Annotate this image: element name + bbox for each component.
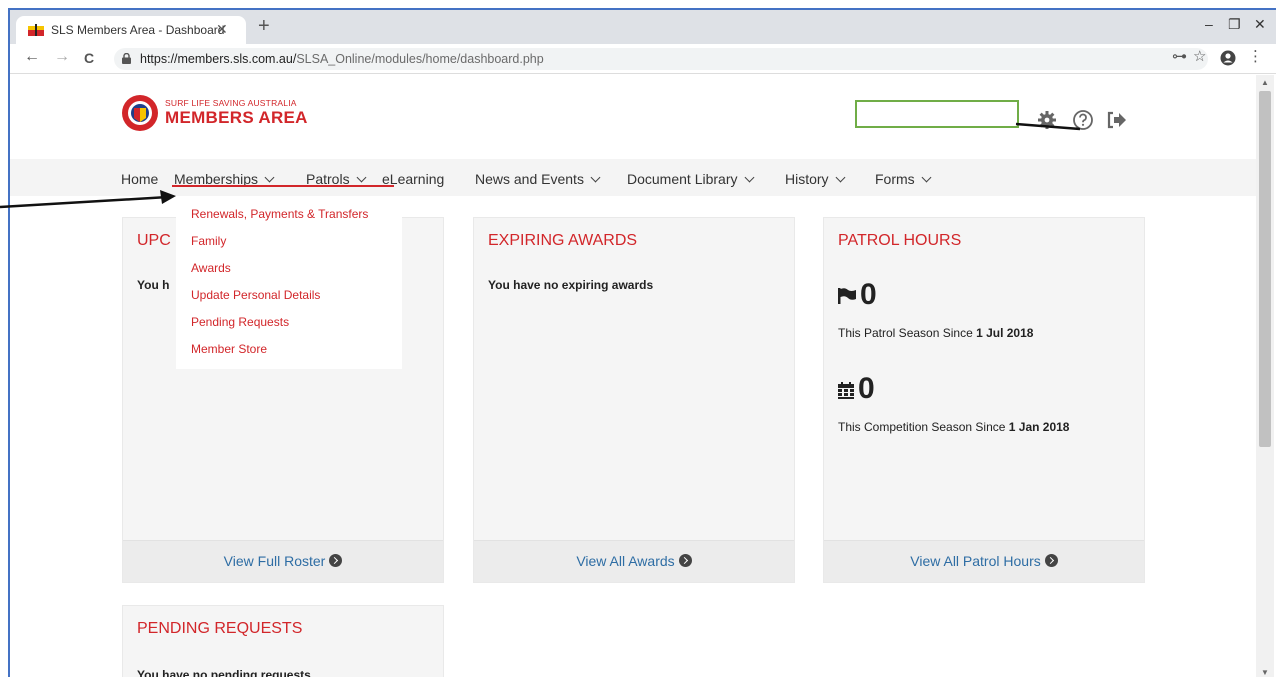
nav-news-events-label: News and Events [475,171,584,187]
chevron-down-icon [356,172,367,183]
link-label: View All Awards [576,553,675,569]
link-label: View All Patrol Hours [910,553,1041,569]
card-message: You h [137,278,170,292]
account-icon[interactable] [1220,50,1236,66]
address-bar: ← → C https://members.sls.com.au/SLSA_On… [10,44,1276,74]
card-message: You have no pending requests [137,668,311,677]
chevron-down-icon [835,172,846,183]
tab-close-icon[interactable]: ✕ [216,21,228,38]
competition-season-since: This Competition Season Since 1 Jan 2018 [838,420,1069,434]
nav-home-label: Home [121,171,159,187]
close-window-icon[interactable]: ✕ [1254,16,1266,33]
back-icon[interactable]: ← [24,48,40,66]
nav-history[interactable]: History [785,171,846,187]
card-footer: View All Awards [474,540,794,582]
forward-icon[interactable]: → [54,48,70,66]
patrol-count: 0 [860,278,877,311]
logo-title: MEMBERS AREA [165,108,308,127]
dropdown-item-awards[interactable]: Awards [191,261,231,275]
help-icon[interactable] [1073,110,1093,130]
main-nav: Home Memberships Patrols eLearning News … [10,159,1256,196]
expiring-awards-card: EXPIRING AWARDS You have no expiring awa… [473,217,795,583]
menu-icon[interactable]: ⋮ [1248,47,1263,65]
page-scrollbar[interactable]: ▲ ▼ [1256,75,1274,677]
browser-window: SLS Members Area - Dashboard ✕ + – ❐ ✕ ←… [8,8,1276,677]
sls-logo-icon [122,95,158,131]
nav-document-library[interactable]: Document Library [627,171,754,187]
card-title: UPC [137,232,171,249]
dropdown-item-member-store[interactable]: Member Store [191,342,267,356]
chevron-down-icon [744,172,754,183]
url-field[interactable]: https://members.sls.com.au/SLSA_Online/m… [114,48,1208,70]
view-all-patrol-hours-link[interactable]: View All Patrol Hours [910,553,1058,569]
card-footer: View All Patrol Hours [824,540,1144,582]
tab-bar: SLS Members Area - Dashboard ✕ + – ❐ ✕ [10,10,1276,44]
chevron-down-icon [264,172,275,183]
card-message: You have no expiring awards [488,278,654,292]
link-label: View Full Roster [223,553,326,569]
nav-history-label: History [785,171,829,187]
card-title: EXPIRING AWARDS [488,232,638,249]
tab-title: SLS Members Area - Dashboard [51,23,225,37]
memberships-dropdown: Renewals, Payments & Transfers Family Aw… [176,199,402,369]
logo-subtitle: SURF LIFE SAVING AUSTRALIA [165,98,297,108]
restore-icon[interactable]: ❐ [1228,16,1241,33]
nav-news-events[interactable]: News and Events [475,171,601,187]
nav-document-library-label: Document Library [627,171,738,187]
nav-forms[interactable]: Forms [875,171,932,187]
header-search-input[interactable] [855,100,1019,128]
url-text: https://members.sls.com.au/SLSA_Online/m… [140,52,544,66]
competition-count: 0 [858,372,875,405]
active-menu-underline [172,185,394,187]
dropdown-item-renewals[interactable]: Renewals, Payments & Transfers [191,207,368,221]
flag-icon [838,288,856,305]
scrollbar-thumb[interactable] [1259,91,1271,447]
arrow-circle-right-icon [678,554,692,567]
arrow-circle-right-icon [329,554,343,567]
chevron-down-icon [590,172,601,183]
since-date: 1 Jan 2018 [1008,420,1070,434]
dropdown-item-update-details[interactable]: Update Personal Details [191,288,320,302]
dropdown-item-pending-requests[interactable]: Pending Requests [191,315,289,329]
calendar-icon [838,381,854,399]
patrol-hours-card: PATROL HOURS 0 This Patrol Season Since … [823,217,1145,583]
url-host: https://members.sls.com.au/ [140,52,297,66]
since-date: 1 Jul 2018 [976,326,1034,340]
card-footer: View Full Roster [123,540,443,582]
since-label: This Patrol Season Since [838,326,977,340]
minimize-icon[interactable]: – [1205,16,1213,32]
patrol-hours-value: 0 [838,278,877,312]
chevron-down-icon [921,172,932,183]
patrol-season-since: This Patrol Season Since 1 Jul 2018 [838,326,1033,340]
dropdown-item-family[interactable]: Family [191,234,226,248]
nav-home[interactable]: Home [121,171,158,187]
page-content: SURF LIFE SAVING AUSTRALIA MEMBERS AREA … [10,75,1256,677]
card-title: PENDING REQUESTS [137,620,303,637]
arrow-circle-right-icon [1044,554,1058,567]
card-title: PATROL HOURS [838,232,962,249]
sls-favicon-icon [28,24,44,36]
lock-icon [122,53,131,64]
view-full-roster-link[interactable]: View Full Roster [224,553,343,569]
view-all-awards-link[interactable]: View All Awards [576,553,692,569]
competition-hours-value: 0 [838,372,875,406]
url-path: SLSA_Online/modules/home/dashboard.php [296,52,544,66]
sign-out-icon[interactable] [1106,111,1126,129]
new-tab-button[interactable]: + [258,16,270,36]
browser-tab[interactable]: SLS Members Area - Dashboard ✕ [16,16,246,44]
nav-forms-label: Forms [875,171,915,187]
reload-icon[interactable]: C [84,50,94,66]
star-icon[interactable]: ☆ [1193,47,1206,65]
scroll-up-icon[interactable]: ▲ [1261,78,1269,87]
gear-icon[interactable] [1038,111,1056,129]
key-icon[interactable]: ⊶ [1172,47,1187,65]
pending-requests-card: PENDING REQUESTS You have no pending req… [122,605,444,677]
scroll-down-icon[interactable]: ▼ [1261,668,1269,677]
since-label: This Competition Season Since [838,420,1009,434]
